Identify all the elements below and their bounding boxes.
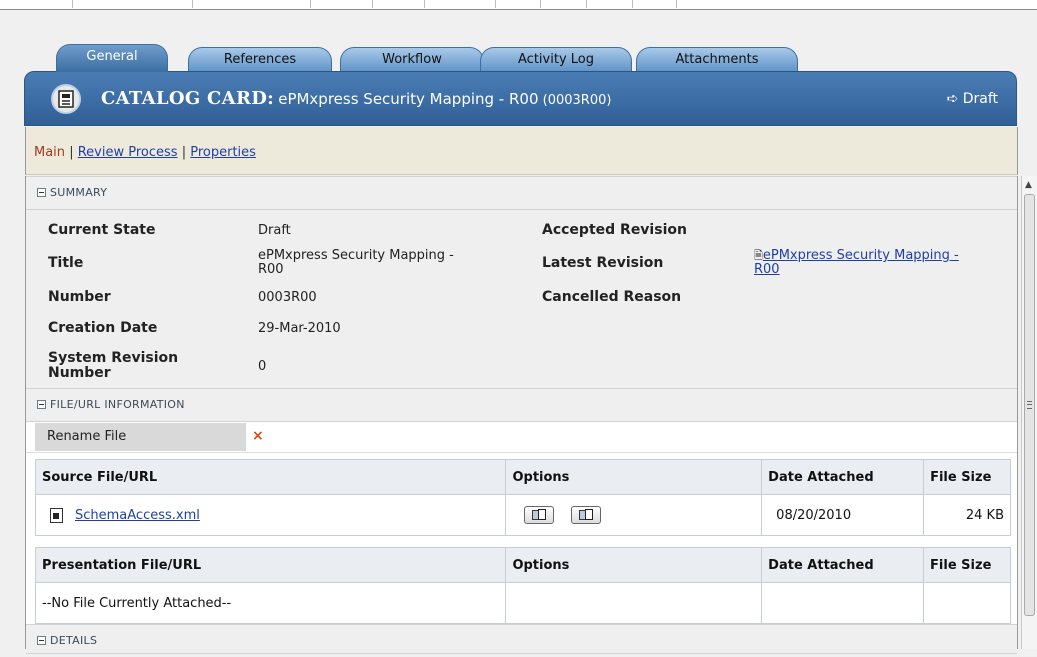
tab-attachments[interactable]: Attachments	[636, 47, 798, 72]
column-header-file-size: File Size	[923, 547, 1011, 583]
sub-navigation: Main | Review Process | Properties	[25, 127, 1018, 175]
presentation-file-table: Presentation File/URL Options Date Attac…	[34, 547, 1011, 624]
view-file-button[interactable]	[524, 506, 555, 524]
title-label: Title	[48, 255, 84, 271]
arrow-right-icon: ➪	[946, 91, 959, 107]
subnav-properties[interactable]: Properties	[190, 145, 256, 160]
system-revision-label-2: Number	[48, 365, 111, 381]
delete-icon[interactable]: ×	[252, 428, 264, 444]
catalog-card-name: ePMxpress Security Mapping - R00	[278, 90, 539, 108]
latest-revision-text-2[interactable]: R00	[754, 263, 780, 277]
summary-heading: SUMMARY	[50, 186, 108, 199]
column-header-date-attached: Date Attached	[761, 459, 925, 495]
tab-bar: General References Workflow Activity Log…	[56, 44, 816, 72]
state-text: Draft	[962, 91, 998, 107]
summary-section-header[interactable]: SUMMARY	[26, 176, 1017, 210]
date-attached-cell	[761, 582, 925, 624]
number-label: Number	[48, 289, 111, 305]
xml-file-icon	[50, 507, 63, 523]
subnav-review-process[interactable]: Review Process	[78, 145, 178, 160]
catalog-card-label: CATALOG CARD:	[101, 88, 275, 109]
rename-file-label: Rename File	[35, 423, 246, 451]
title-value-line2: R00	[258, 262, 284, 277]
collapse-icon[interactable]	[37, 399, 46, 409]
summary-section: Current State Draft Title ePMxpress Secu…	[26, 210, 1017, 388]
number-value: 0003R00	[258, 290, 317, 305]
content-panel: SUMMARY Current State Draft Title ePMxpr…	[25, 176, 1018, 654]
subnav-separator: |	[181, 145, 187, 160]
column-header-source: Source File/URL	[34, 459, 507, 495]
column-header-options: Options	[505, 547, 763, 583]
collapse-icon[interactable]	[37, 635, 46, 645]
latest-revision-label: Latest Revision	[542, 255, 664, 271]
rename-file-row: Rename File ×	[26, 422, 1017, 453]
document-icon: 🗎	[754, 249, 763, 262]
date-attached-cell: 08/20/2010	[761, 494, 925, 536]
source-file-table: Source File/URL Options Date Attached Fi…	[34, 459, 1011, 536]
title-value-line1: ePMxpress Security Mapping -	[258, 248, 454, 263]
scroll-grip-icon	[1027, 401, 1032, 409]
latest-revision-text-1[interactable]: ePMxpress Security Mapping -	[763, 248, 959, 263]
subnav-separator: |	[69, 145, 74, 160]
cancelled-reason-label: Cancelled Reason	[542, 289, 682, 305]
system-revision-label-1: System Revision	[48, 350, 179, 366]
system-revision-value: 0	[258, 359, 267, 374]
scroll-up-icon[interactable]: ▲	[1025, 180, 1032, 190]
status-badge: ➪ Draft	[947, 91, 998, 107]
subnav-main[interactable]: Main	[34, 145, 65, 160]
file-info-section-header[interactable]: FILE/URL INFORMATION	[26, 388, 1017, 422]
column-header-options: Options	[505, 459, 763, 495]
no-file-cell: --No File Currently Attached--	[34, 582, 507, 624]
vertical-scrollbar[interactable]: ▲	[1021, 176, 1037, 649]
tab-references[interactable]: References	[188, 47, 332, 72]
replace-file-button[interactable]	[570, 506, 601, 524]
tab-workflow[interactable]: Workflow	[340, 47, 484, 72]
top-toolbar-strip	[0, 0, 1037, 10]
collapse-icon[interactable]	[37, 187, 46, 197]
file-size-cell	[923, 582, 1011, 624]
table-row: --No File Currently Attached--	[34, 582, 1011, 624]
current-state-label: Current State	[48, 222, 156, 238]
table-row: SchemaAccess.xml 08/20/2010 24 KB	[34, 494, 1011, 536]
options-cell	[505, 582, 763, 624]
catalog-card-code: (0003R00)	[542, 93, 612, 108]
creation-date-value: 29-Mar-2010	[258, 321, 341, 336]
latest-revision-link[interactable]: 🗎ePMxpress Security Mapping -	[754, 249, 959, 263]
column-header-file-size: File Size	[923, 459, 1011, 495]
catalog-card-icon	[51, 84, 81, 114]
catalog-card-header: CATALOG CARD: ePMxpress Security Mapping…	[24, 71, 1017, 126]
page-title: CATALOG CARD: ePMxpress Security Mapping…	[101, 88, 611, 109]
column-header-presentation: Presentation File/URL	[34, 547, 507, 583]
source-file-cell: SchemaAccess.xml	[34, 494, 507, 536]
creation-date-label: Creation Date	[48, 320, 158, 336]
file-info-heading: FILE/URL INFORMATION	[50, 398, 185, 411]
accepted-revision-label: Accepted Revision	[542, 222, 687, 238]
source-file-link[interactable]: SchemaAccess.xml	[75, 508, 200, 523]
tab-general[interactable]: General	[56, 44, 168, 72]
details-heading: DETAILS	[50, 634, 98, 647]
options-cell	[505, 494, 763, 536]
file-size-cell: 24 KB	[923, 494, 1011, 536]
scrollbar-thumb[interactable]	[1024, 194, 1035, 616]
current-state-value: Draft	[258, 223, 291, 238]
details-section-header[interactable]: DETAILS	[26, 624, 1017, 654]
column-header-date-attached: Date Attached	[761, 547, 925, 583]
tab-activity-log[interactable]: Activity Log	[480, 47, 632, 72]
